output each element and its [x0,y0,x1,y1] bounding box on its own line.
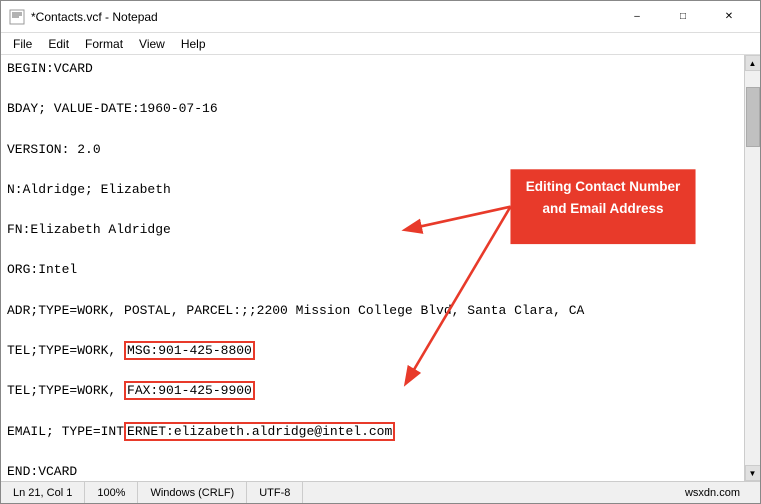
maximize-button[interactable]: □ [660,1,706,33]
status-zoom: 100% [85,482,138,503]
window-title: *Contacts.vcf - Notepad [31,10,614,24]
status-encoding: UTF-8 [247,482,303,503]
app-icon [9,9,25,25]
line-2: BDAY; VALUE-DATE:1960-07-16 [7,99,738,119]
window-controls: – □ ✕ [614,1,752,33]
highlight-tel-fax: FAX:901-425-9900 [124,381,255,400]
editor-wrapper: BEGIN:VCARD BDAY; VALUE-DATE:1960-07-16 … [1,55,760,481]
scroll-down-button[interactable]: ▼ [745,465,761,481]
scroll-up-button[interactable]: ▲ [745,55,761,71]
line-11: END:VCARD [7,462,738,481]
close-button[interactable]: ✕ [706,1,752,33]
line-4: N:Aldridge; Elizabeth [7,180,738,200]
line-5: FN:Elizabeth Aldridge [7,220,738,240]
status-branding: wsxdn.com [673,482,752,503]
line-6: ORG:Intel [7,260,738,280]
line-7: ADR;TYPE=WORK, POSTAL, PARCEL:;;2200 Mis… [7,301,738,321]
menu-view[interactable]: View [131,35,173,53]
line-9: TEL;TYPE=WORK, FAX:901-425-9900 [7,381,738,401]
scrollbar-vertical[interactable]: ▲ ▼ [744,55,760,481]
status-bar: Ln 21, Col 1 100% Windows (CRLF) UTF-8 w… [1,481,760,503]
status-ln-col: Ln 21, Col 1 [9,482,85,503]
title-bar: *Contacts.vcf - Notepad – □ ✕ [1,1,760,33]
menu-edit[interactable]: Edit [40,35,77,53]
line-8: TEL;TYPE=WORK, MSG:901-425-8800 [7,341,738,361]
line-1: BEGIN:VCARD [7,59,738,79]
menu-file[interactable]: File [5,35,40,53]
menu-bar: File Edit Format View Help [1,33,760,55]
highlight-email-1: ERNET:elizabeth.aldridge@intel.com [124,422,395,441]
minimize-button[interactable]: – [614,1,660,33]
notepad-window: *Contacts.vcf - Notepad – □ ✕ File Edit … [0,0,761,504]
highlight-tel-msg: MSG:901-425-8800 [124,341,255,360]
menu-format[interactable]: Format [77,35,131,53]
scroll-thumb[interactable] [746,87,760,147]
editor-content[interactable]: BEGIN:VCARD BDAY; VALUE-DATE:1960-07-16 … [1,55,744,481]
menu-help[interactable]: Help [173,35,214,53]
line-3: VERSION: 2.0 [7,140,738,160]
status-line-ending: Windows (CRLF) [138,482,247,503]
line-10: EMAIL; TYPE=INTERNET:elizabeth.aldridge@… [7,422,738,442]
